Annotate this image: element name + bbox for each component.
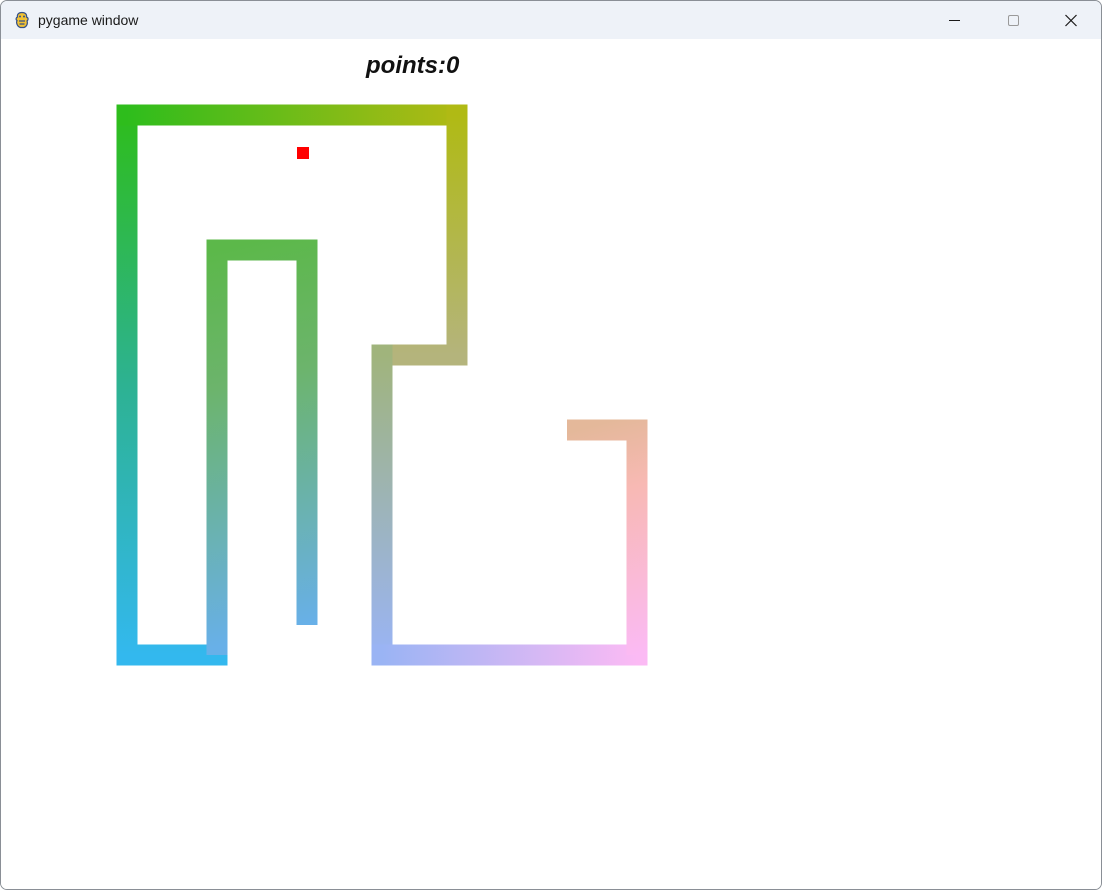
- window-title: pygame window: [38, 12, 139, 28]
- close-icon: [1065, 14, 1077, 27]
- title-bar[interactable]: pygame window: [1, 1, 1101, 39]
- game-canvas[interactable]: points:0: [1, 39, 1101, 889]
- minimize-icon: [949, 20, 960, 21]
- food-pellet: [297, 147, 309, 159]
- pygame-snake-icon: [13, 11, 31, 29]
- close-button[interactable]: [1041, 1, 1099, 39]
- minimize-button[interactable]: [925, 1, 983, 39]
- pygame-window: pygame window points:0: [0, 0, 1102, 890]
- snake: [116, 104, 648, 666]
- maximize-button[interactable]: [983, 1, 1041, 39]
- maximize-icon: [1008, 15, 1019, 26]
- score-label: points:0: [366, 52, 460, 79]
